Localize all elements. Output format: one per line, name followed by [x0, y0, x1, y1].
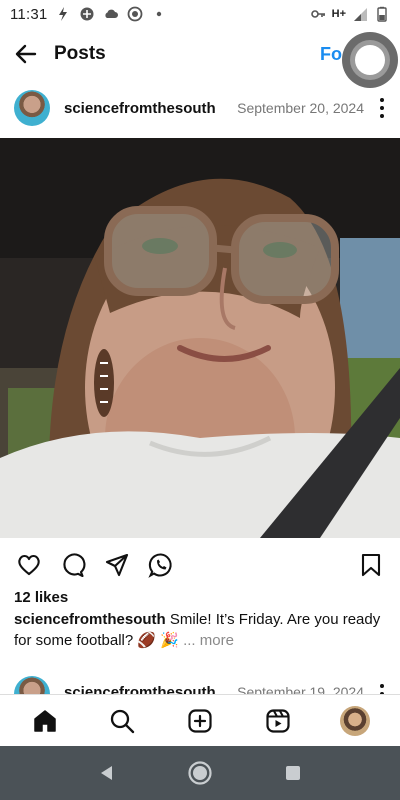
post-header: sciencefromthesouth September 20, 2024	[0, 88, 400, 128]
dot-icon	[151, 6, 167, 22]
assistive-touch-bubble[interactable]	[342, 32, 398, 88]
caption-username[interactable]: sciencefromthesouth	[14, 611, 166, 628]
avatar[interactable]	[14, 676, 50, 694]
page-title: Posts	[54, 43, 106, 64]
comment-icon[interactable]	[58, 550, 88, 580]
post-caption: sciencefromthesouth Smile! It’s Friday. …	[14, 609, 389, 651]
signal-icon	[352, 6, 368, 22]
flash-icon	[55, 6, 71, 22]
system-back-icon[interactable]	[87, 753, 127, 793]
profile-avatar[interactable]	[335, 701, 375, 741]
post-actions	[0, 548, 400, 582]
avatar[interactable]	[14, 90, 50, 126]
status-left: 11:31	[10, 6, 167, 23]
battery-icon	[374, 6, 390, 22]
bottom-nav	[0, 694, 400, 746]
back-arrow-icon[interactable]	[12, 40, 40, 68]
follow-button[interactable]: Fo	[320, 44, 342, 65]
search-icon[interactable]	[102, 701, 142, 741]
system-nav-bar	[0, 746, 400, 800]
avatar	[340, 705, 371, 736]
share-send-icon[interactable]	[102, 550, 132, 580]
selfie-photo	[0, 138, 400, 538]
system-home-icon[interactable]	[180, 753, 220, 793]
status-right: H+	[310, 6, 390, 22]
like-heart-icon[interactable]	[14, 550, 44, 580]
more-options-icon[interactable]	[378, 684, 386, 694]
assistive-ring	[350, 40, 390, 80]
status-bar: 11:31 H+	[0, 0, 400, 28]
post-photo[interactable]	[0, 138, 400, 538]
whatsapp-icon[interactable]	[146, 550, 176, 580]
cloud-icon	[103, 6, 119, 22]
reels-icon[interactable]	[258, 701, 298, 741]
post-username[interactable]: sciencefromthesouth	[64, 684, 216, 694]
create-post-icon[interactable]	[180, 701, 220, 741]
status-time: 11:31	[10, 5, 48, 23]
assistive-core	[355, 45, 385, 75]
caption-more-link[interactable]: ... more	[179, 632, 234, 649]
post-date: September 19, 2024	[237, 684, 364, 694]
app-header: Posts Fo	[0, 28, 400, 88]
likes-count[interactable]: 12 likes	[14, 589, 68, 606]
more-options-icon[interactable]	[378, 98, 386, 118]
system-recents-icon[interactable]	[273, 753, 313, 793]
key-icon	[310, 6, 326, 22]
bookmark-icon[interactable]	[356, 550, 386, 580]
next-post-header: sciencefromthesouth September 19, 2024	[0, 674, 400, 694]
home-icon[interactable]	[25, 701, 65, 741]
data-saver-icon	[79, 6, 95, 22]
record-icon	[127, 6, 143, 22]
post-username[interactable]: sciencefromthesouth	[64, 100, 216, 117]
post-date: September 20, 2024	[237, 100, 364, 116]
network-label: H+	[331, 8, 346, 20]
